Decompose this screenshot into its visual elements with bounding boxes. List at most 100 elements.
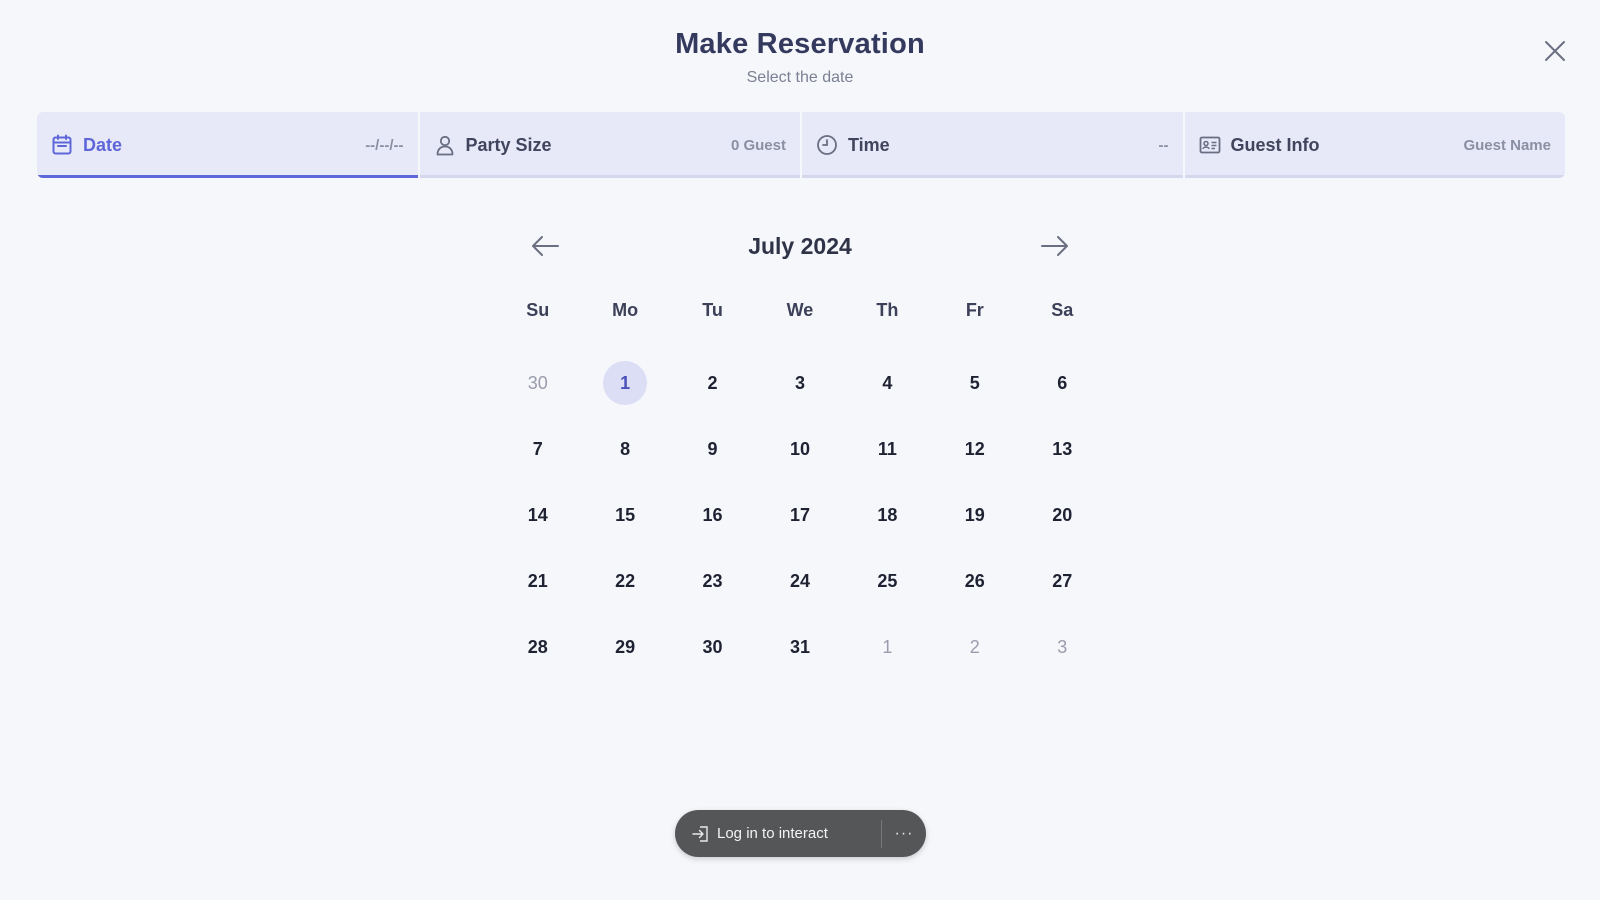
tab-time[interactable]: Time -- xyxy=(802,112,1185,178)
calendar-navigation: July 2024 xyxy=(525,226,1075,266)
day-cell[interactable]: 10 xyxy=(756,416,843,482)
day-cell[interactable]: 11 xyxy=(844,416,931,482)
day-number: 16 xyxy=(702,504,723,525)
day-number: 18 xyxy=(877,504,898,525)
day-cell[interactable]: 27 xyxy=(1019,548,1106,614)
tab-date[interactable]: Date --/--/-- xyxy=(37,112,420,178)
day-number: 10 xyxy=(789,438,810,459)
arrow-left-icon xyxy=(532,236,559,256)
day-cell[interactable]: 31 xyxy=(756,614,843,680)
clock-icon xyxy=(816,134,838,156)
day-number: 7 xyxy=(532,438,543,459)
day-cell[interactable]: 24 xyxy=(756,548,843,614)
modal-header: Make Reservation Select the date xyxy=(0,28,1600,87)
weekday-label: Su xyxy=(526,300,550,320)
day-number: 19 xyxy=(964,504,985,525)
day-cell[interactable]: 30 xyxy=(669,614,756,680)
day-number: 14 xyxy=(527,504,548,525)
day-number: 9 xyxy=(707,438,718,459)
tab-guest-info-value: Guest Name xyxy=(1463,136,1551,154)
tab-time-value: -- xyxy=(1158,136,1169,154)
day-cell[interactable]: 23 xyxy=(669,548,756,614)
day-cell[interactable]: 12 xyxy=(931,416,1018,482)
weekday-label: Sa xyxy=(1051,300,1074,320)
close-button[interactable] xyxy=(1539,35,1571,67)
day-number: 5 xyxy=(969,372,980,393)
login-bar: Log in to interact ··· xyxy=(675,810,926,857)
day-cell-today[interactable]: 1 xyxy=(581,350,668,416)
tab-guest-info-label: Guest Info xyxy=(1230,134,1320,155)
day-cell-outside-month[interactable]: 3 xyxy=(1019,614,1106,680)
day-cell[interactable]: 5 xyxy=(931,350,1018,416)
day-number: 28 xyxy=(527,636,548,657)
day-number: 15 xyxy=(615,504,636,525)
day-cell[interactable]: 22 xyxy=(581,548,668,614)
day-number: 21 xyxy=(527,570,548,591)
day-cell[interactable]: 29 xyxy=(581,614,668,680)
day-cell-outside-month[interactable]: 2 xyxy=(931,614,1018,680)
day-cell[interactable]: 9 xyxy=(669,416,756,482)
day-cell[interactable]: 28 xyxy=(494,614,581,680)
month-label: July 2024 xyxy=(748,232,852,259)
day-number: 6 xyxy=(1057,372,1068,393)
day-number: 8 xyxy=(620,438,631,459)
weekday-header: Su Mo Tu We Th Fr Sa xyxy=(494,300,1106,321)
weekday-label: Th xyxy=(876,300,899,320)
day-number: 12 xyxy=(964,438,985,459)
day-cell[interactable]: 26 xyxy=(931,548,1018,614)
arrow-right-icon xyxy=(1041,236,1068,256)
day-number: 4 xyxy=(882,372,893,393)
id-card-icon xyxy=(1199,134,1221,156)
calendar-icon xyxy=(51,134,73,156)
day-number: 27 xyxy=(1052,570,1073,591)
day-number: 23 xyxy=(702,570,723,591)
day-cell[interactable]: 6 xyxy=(1019,350,1106,416)
day-number: 2 xyxy=(969,636,980,657)
day-number: 20 xyxy=(1052,504,1073,525)
day-number: 22 xyxy=(615,570,636,591)
day-cell[interactable]: 19 xyxy=(931,482,1018,548)
tab-time-label: Time xyxy=(848,134,890,155)
day-number: 2 xyxy=(707,372,718,393)
page-title: Make Reservation xyxy=(675,28,925,60)
day-cell[interactable]: 14 xyxy=(494,482,581,548)
day-cell[interactable]: 2 xyxy=(669,350,756,416)
day-number: 25 xyxy=(877,570,898,591)
day-number: 3 xyxy=(1057,636,1068,657)
day-number: 24 xyxy=(789,570,810,591)
day-cell[interactable]: 21 xyxy=(494,548,581,614)
day-cell[interactable]: 20 xyxy=(1019,482,1106,548)
tab-party-size[interactable]: Party Size 0 Guest xyxy=(419,112,802,178)
day-cell[interactable]: 3 xyxy=(756,350,843,416)
weekday-label: Mo xyxy=(612,300,639,320)
day-number: 30 xyxy=(702,636,723,657)
next-month-button[interactable] xyxy=(1035,226,1075,266)
day-cell[interactable]: 7 xyxy=(494,416,581,482)
day-number: 30 xyxy=(527,372,548,393)
weekday-label: We xyxy=(786,300,814,320)
day-cell[interactable]: 17 xyxy=(756,482,843,548)
calendar-grid: 30 1 2 3 4 5 6 7 8 9 10 11 12 13 14 15 16 17 18 19 20 21 22 23 2… xyxy=(494,350,1106,680)
day-number: 1 xyxy=(882,636,893,657)
day-number: 11 xyxy=(877,438,897,459)
day-cell[interactable]: 13 xyxy=(1019,416,1106,482)
weekday-label: Fr xyxy=(965,300,984,320)
day-cell[interactable]: 18 xyxy=(844,482,931,548)
close-icon xyxy=(1545,41,1565,61)
tab-date-value: --/--/-- xyxy=(365,136,404,154)
login-button[interactable]: Log in to interact xyxy=(675,810,881,857)
previous-month-button[interactable] xyxy=(525,226,565,266)
day-cell[interactable]: 25 xyxy=(844,548,931,614)
day-cell[interactable]: 8 xyxy=(581,416,668,482)
day-number: 3 xyxy=(794,372,805,393)
day-cell[interactable]: 15 xyxy=(581,482,668,548)
day-number: 26 xyxy=(964,570,985,591)
day-cell[interactable]: 16 xyxy=(669,482,756,548)
day-cell-outside-month[interactable]: 30 xyxy=(494,350,581,416)
more-options-button[interactable]: ··· xyxy=(882,810,926,857)
reservation-modal: Make Reservation Select the date Date --… xyxy=(0,0,1600,900)
day-cell[interactable]: 4 xyxy=(844,350,931,416)
person-icon xyxy=(434,134,456,156)
day-cell-outside-month[interactable]: 1 xyxy=(844,614,931,680)
tab-guest-info[interactable]: Guest Info Guest Name xyxy=(1184,112,1566,178)
